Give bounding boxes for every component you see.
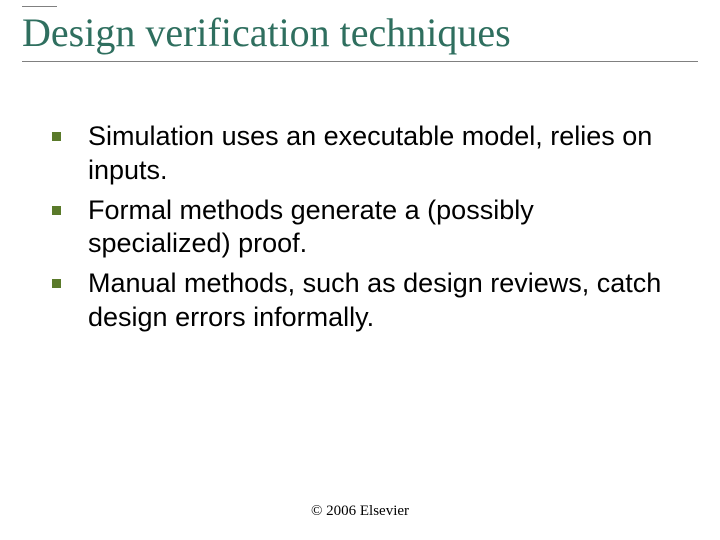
list-item: Simulation uses an executable model, rel… [40, 120, 680, 188]
title-region: Design verification techniques [22, 6, 698, 62]
slide: Design verification techniques Simulatio… [0, 0, 720, 540]
list-item: Formal methods generate a (possibly spec… [40, 194, 680, 262]
title-top-rule [22, 6, 57, 7]
square-bullet-icon [52, 206, 61, 215]
list-item-text: Formal methods generate a (possibly spec… [88, 195, 534, 259]
list-item-text: Manual methods, such as design reviews, … [88, 268, 661, 332]
slide-title: Design verification techniques [22, 11, 698, 55]
list-item-text: Simulation uses an executable model, rel… [88, 121, 652, 185]
square-bullet-icon [52, 132, 61, 141]
bullet-list: Simulation uses an executable model, rel… [40, 120, 680, 335]
square-bullet-icon [52, 279, 61, 288]
footer-copyright: © 2006 Elsevier [0, 503, 720, 520]
list-item: Manual methods, such as design reviews, … [40, 267, 680, 335]
body-region: Simulation uses an executable model, rel… [40, 120, 680, 341]
title-underline [22, 61, 698, 62]
